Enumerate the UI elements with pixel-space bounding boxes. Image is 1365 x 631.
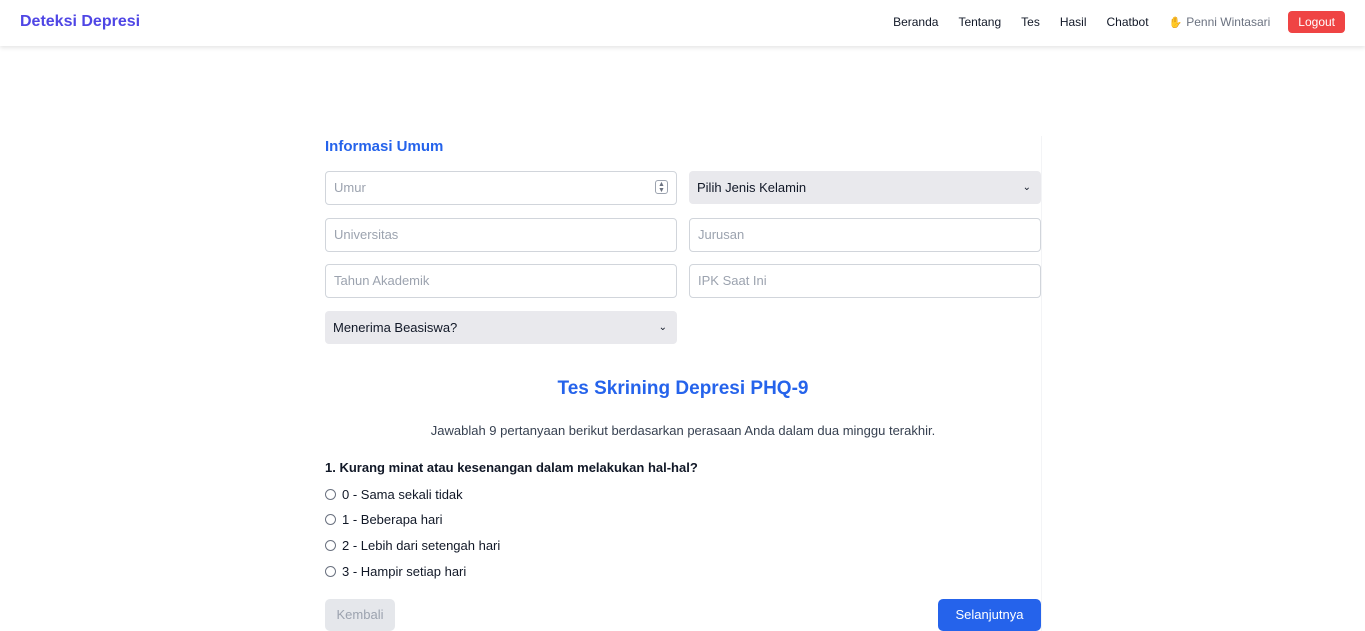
answer-option-0[interactable]: 0 - Sama sekali tidak: [325, 487, 463, 502]
academic-year-placeholder: Tahun Akademik: [334, 273, 430, 288]
academic-year-input[interactable]: Tahun Akademik: [325, 264, 677, 298]
gpa-placeholder: IPK Saat Ini: [698, 273, 767, 288]
question-text: 1. Kurang minat atau kesenangan dalam me…: [325, 460, 698, 475]
user-info: ✋ Penni Wintasari: [1169, 15, 1271, 29]
answer-option-3[interactable]: 3 - Hampir setiap hari: [325, 564, 466, 579]
spinner-icon[interactable]: ▲ ▼: [655, 180, 668, 194]
scholarship-select-value: Menerima Beasiswa?: [333, 320, 458, 335]
nav-link-hasil[interactable]: Hasil: [1060, 15, 1087, 29]
test-form-container: Informasi Umum Umur ▲ ▼ Pilih Jenis Kelam…: [324, 136, 1042, 631]
gender-select[interactable]: Pilih Jenis Kelamin ⌄: [689, 171, 1041, 204]
nav-link-tes[interactable]: Tes: [1021, 15, 1040, 29]
radio-button[interactable]: [325, 514, 336, 525]
university-input[interactable]: Universitas: [325, 218, 677, 252]
next-button[interactable]: Selanjutnya: [938, 599, 1041, 631]
answer-option-2[interactable]: 2 - Lebih dari setengah hari: [325, 538, 500, 553]
test-description: Jawablah 9 pertanyaan berikut berdasarka…: [430, 423, 936, 438]
answer-label: 3 - Hampir setiap hari: [342, 564, 467, 579]
logout-button[interactable]: Logout: [1288, 11, 1345, 33]
radio-button[interactable]: [325, 489, 336, 500]
radio-button[interactable]: [325, 566, 336, 577]
scholarship-select[interactable]: Menerima Beasiswa? ⌄: [325, 311, 677, 344]
back-button[interactable]: Kembali: [325, 599, 395, 631]
gpa-input[interactable]: IPK Saat Ini: [689, 264, 1041, 298]
chevron-down-icon: ⌄: [658, 322, 667, 333]
brand-logo[interactable]: Deteksi Depresi: [20, 13, 140, 31]
answer-option-1[interactable]: 1 - Beberapa hari: [325, 512, 442, 527]
test-title: Tes Skrining Depresi PHQ-9: [557, 378, 809, 399]
chevron-down-icon: ⌄: [1022, 182, 1031, 193]
major-input[interactable]: Jurusan: [689, 218, 1041, 252]
nav-links: Beranda Tentang Tes Hasil Chatbot ✋ Penn…: [893, 11, 1345, 33]
radio-button[interactable]: [325, 540, 336, 551]
answer-label: 1 - Beberapa hari: [342, 512, 443, 527]
age-input[interactable]: Umur ▲ ▼: [325, 171, 677, 205]
university-placeholder: Universitas: [334, 227, 399, 242]
user-name: Penni Wintasari: [1186, 15, 1271, 29]
answer-label: 2 - Lebih dari setengah hari: [342, 538, 501, 553]
nav-link-chatbot[interactable]: Chatbot: [1107, 15, 1149, 29]
age-placeholder: Umur: [334, 180, 366, 195]
waving-hand-icon: ✋: [1168, 16, 1183, 29]
major-placeholder: Jurusan: [698, 227, 745, 242]
nav-link-tentang[interactable]: Tentang: [958, 15, 1001, 29]
answer-label: 0 - Sama sekali tidak: [342, 487, 463, 502]
section-title: Informasi Umum: [325, 138, 444, 155]
gender-select-value: Pilih Jenis Kelamin: [697, 180, 807, 195]
nav-link-beranda[interactable]: Beranda: [893, 15, 938, 29]
navbar: Deteksi Depresi Beranda Tentang Tes Hasi…: [0, 0, 1365, 46]
